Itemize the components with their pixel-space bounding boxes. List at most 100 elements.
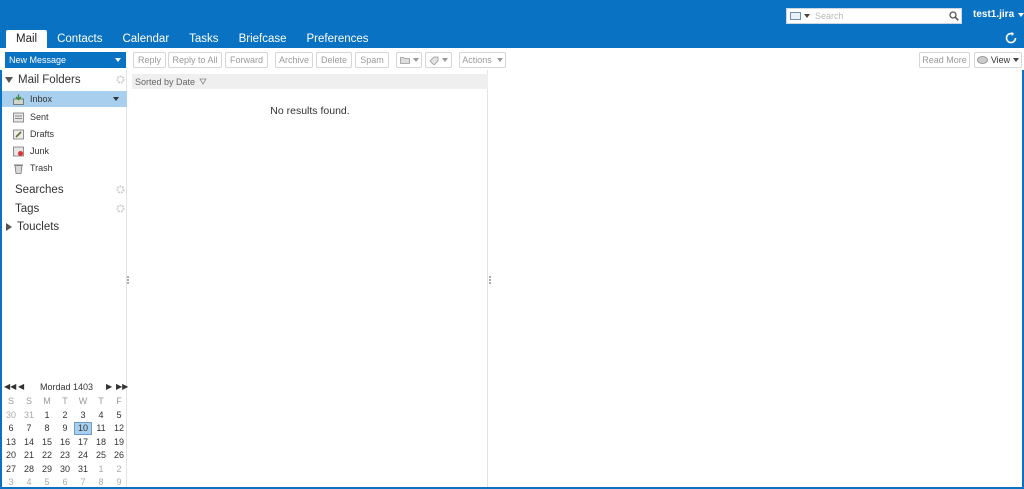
refresh-icon[interactable]	[1004, 31, 1018, 45]
calendar-day[interactable]: 31	[20, 409, 38, 422]
new-message-button[interactable]: New Message	[5, 52, 126, 68]
actions-button[interactable]: Actions	[459, 52, 506, 68]
sidebar-item-inbox[interactable]: Inbox	[2, 91, 127, 107]
sidebar-item-sent[interactable]: Sent	[2, 109, 127, 125]
sidebar-item-junk[interactable]: Junk	[2, 143, 127, 159]
top-bar: test1.jira Mail Contacts Calendar Tasks …	[0, 0, 1024, 48]
search-box	[786, 8, 962, 24]
calendar-day[interactable]: 30	[56, 463, 74, 476]
message-list: Sorted by Date No results found.	[130, 70, 488, 489]
calendar-day[interactable]: 26	[110, 449, 128, 462]
calendar-day[interactable]: 30	[2, 409, 20, 422]
searches-header[interactable]: Searches	[2, 181, 129, 199]
reply-button[interactable]: Reply	[133, 52, 166, 68]
tab-calendar[interactable]: Calendar	[112, 30, 179, 48]
calendar-day[interactable]: 20	[2, 449, 20, 462]
read-more-button[interactable]: Read More	[919, 52, 970, 68]
calendar-day[interactable]: 23	[56, 449, 74, 462]
view-button[interactable]: View	[974, 52, 1022, 68]
actions-label: Actions	[462, 55, 492, 65]
calendar-day[interactable]: 24	[74, 449, 92, 462]
calendar-day[interactable]: 10	[74, 422, 92, 435]
calendar-day[interactable]: 2	[110, 463, 128, 476]
calendar-day[interactable]: 21	[20, 449, 38, 462]
calendar-day[interactable]: 1	[38, 409, 56, 422]
archive-button[interactable]: Archive	[275, 52, 313, 68]
calendar-day[interactable]: 28	[20, 463, 38, 476]
calendar-day[interactable]: 11	[92, 422, 110, 435]
chevron-down-icon[interactable]	[113, 97, 119, 101]
chevron-down-icon	[804, 14, 810, 18]
new-message-label: New Message	[9, 55, 67, 65]
sash-right-icon[interactable]	[489, 276, 491, 286]
tab-tasks[interactable]: Tasks	[179, 30, 228, 48]
expand-icon[interactable]	[6, 223, 12, 231]
user-menu[interactable]: test1.jira	[973, 9, 1024, 20]
tags-label: Tags	[15, 203, 40, 215]
calendar-day[interactable]: 19	[110, 436, 128, 449]
forward-button[interactable]: Forward	[225, 52, 268, 68]
calendar-day[interactable]: 8	[38, 422, 56, 435]
calendar-day[interactable]: 3	[74, 409, 92, 422]
sidebar: Mail Folders Inbox Sent Drafts Junk Tras…	[0, 70, 129, 489]
calendar-weekday: W	[78, 396, 88, 406]
tab-preferences[interactable]: Preferences	[297, 30, 379, 48]
search-type-dropdown[interactable]	[787, 9, 813, 23]
next-month-icon[interactable]: ▶	[106, 382, 112, 391]
move-button[interactable]	[396, 52, 422, 68]
chevron-down-icon	[1018, 12, 1024, 17]
calendar-weekday: F	[116, 396, 122, 406]
calendar-weekday: S	[25, 396, 32, 406]
calendar-day[interactable]: 15	[38, 436, 56, 449]
drafts-icon	[13, 129, 24, 139]
chevron-down-icon[interactable]	[115, 58, 121, 62]
calendar-day[interactable]: 17	[74, 436, 92, 449]
gear-icon[interactable]	[116, 75, 125, 84]
calendar-day[interactable]: 25	[92, 449, 110, 462]
gear-icon[interactable]	[116, 204, 125, 213]
sort-label: Sorted by Date	[135, 76, 196, 87]
calendar-day[interactable]: 4	[92, 409, 110, 422]
calendar-day[interactable]: 27	[2, 463, 20, 476]
mail-folders-header[interactable]: Mail Folders	[2, 71, 129, 89]
calendar-day[interactable]: 22	[38, 449, 56, 462]
calendar-weekday: M	[43, 396, 51, 406]
view-icon	[976, 55, 988, 64]
calendar-day[interactable]: 6	[2, 422, 20, 435]
calendar-month-title: Mordad 1403	[40, 382, 94, 392]
search-input[interactable]	[813, 9, 945, 23]
collapse-icon[interactable]	[5, 77, 13, 83]
calendar-day[interactable]: 31	[74, 463, 92, 476]
prev-year-icon[interactable]: ◀◀	[4, 382, 16, 391]
calendar-day[interactable]: 12	[110, 422, 128, 435]
calendar-day[interactable]: 14	[20, 436, 38, 449]
calendar-day[interactable]: 2	[56, 409, 74, 422]
calendar-day[interactable]: 29	[38, 463, 56, 476]
sidebar-item-trash[interactable]: Trash	[2, 160, 127, 176]
calendar-day[interactable]: 9	[56, 422, 74, 435]
calendar-day[interactable]: 16	[56, 436, 74, 449]
calendar-day[interactable]: 5	[110, 409, 128, 422]
reply-all-button[interactable]: Reply to All	[168, 52, 222, 68]
delete-button[interactable]: Delete	[316, 52, 352, 68]
calendar-day[interactable]: 7	[20, 422, 38, 435]
search-icon[interactable]	[949, 11, 959, 21]
touclets-header[interactable]: Touclets	[2, 218, 129, 236]
tag-button[interactable]	[425, 52, 452, 68]
sash-left-icon[interactable]	[127, 276, 129, 286]
view-label: View	[990, 55, 1011, 65]
prev-month-icon[interactable]: ◀	[18, 382, 24, 391]
calendar-day[interactable]: 13	[2, 436, 20, 449]
sidebar-item-drafts[interactable]: Drafts	[2, 126, 127, 142]
gear-icon[interactable]	[116, 185, 125, 194]
spam-button[interactable]: Spam	[355, 52, 389, 68]
folder-move-icon	[399, 57, 410, 64]
tab-mail[interactable]: Mail	[6, 30, 48, 48]
sort-bar[interactable]: Sorted by Date	[132, 74, 488, 89]
tab-contacts[interactable]: Contacts	[47, 30, 112, 48]
next-year-icon[interactable]: ▶▶	[116, 382, 128, 391]
tags-header[interactable]: Tags	[2, 200, 129, 218]
calendar-day[interactable]: 1	[92, 463, 110, 476]
tab-briefcase[interactable]: Briefcase	[229, 30, 297, 48]
calendar-day[interactable]: 18	[92, 436, 110, 449]
